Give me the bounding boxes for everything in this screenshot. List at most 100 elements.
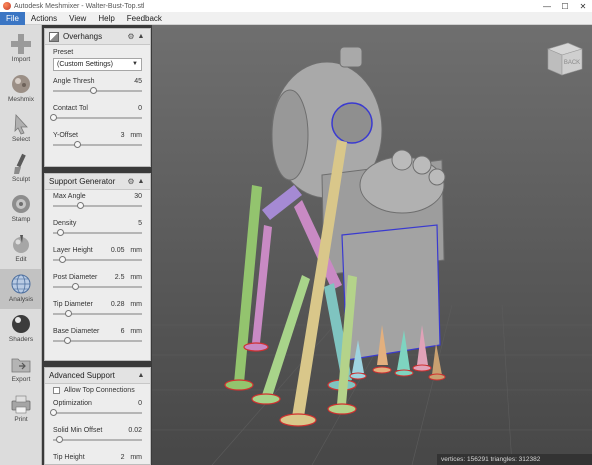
layer-height-value[interactable]: 0.05 mm bbox=[111, 247, 142, 254]
density-value[interactable]: 5 bbox=[138, 220, 142, 227]
tool-print-label: Print bbox=[14, 416, 28, 423]
optimization-label: Optimization bbox=[53, 400, 92, 407]
support-generator-title: Support Generator bbox=[49, 177, 116, 186]
chevron-down-icon: ▼ bbox=[132, 61, 138, 67]
post-diameter-value[interactable]: 2.5 mm bbox=[115, 274, 142, 281]
menu-bar: File Actions View Help Feedback bbox=[0, 11, 592, 25]
preset-select[interactable]: (Custom Settings) ▼ bbox=[53, 58, 142, 71]
contact-tol-value[interactable]: 0 bbox=[138, 105, 142, 112]
density-slider[interactable] bbox=[53, 229, 142, 236]
tool-sculpt-label: Sculpt bbox=[11, 176, 31, 183]
tip-diameter-knob[interactable] bbox=[65, 310, 73, 317]
collapse-up-icon[interactable]: ▲ bbox=[136, 33, 146, 40]
tool-select[interactable]: Select bbox=[0, 109, 42, 149]
layer-height-slider[interactable] bbox=[53, 256, 142, 263]
menu-view[interactable]: View bbox=[63, 12, 92, 25]
collapse-up-icon[interactable]: ▲ bbox=[136, 372, 146, 379]
title-bar: Autodesk Meshmixer - Walter-Bust-Top.stl… bbox=[0, 0, 592, 12]
overhangs-title: Overhangs bbox=[63, 32, 103, 41]
max-angle-knob[interactable] bbox=[76, 202, 84, 209]
contact-tol-knob[interactable] bbox=[50, 114, 57, 121]
tip-diameter-value[interactable]: 0.28 mm bbox=[111, 301, 142, 308]
menu-actions[interactable]: Actions bbox=[25, 12, 63, 25]
angle-thresh-label: Angle Thresh bbox=[53, 78, 95, 85]
3d-viewport[interactable]: BACK vertices: 156291 triangles: 312382 bbox=[152, 25, 592, 465]
menu-file[interactable]: File bbox=[0, 11, 25, 25]
tip-height-label: Tip Height bbox=[53, 454, 85, 461]
post-diameter-row: Post Diameter 2.5 mm bbox=[45, 271, 150, 298]
max-angle-row: Max Angle 30 bbox=[45, 190, 150, 217]
angle-thresh-slider[interactable] bbox=[53, 87, 142, 94]
analysis-panels: Overhangs ⚙ ▲ Preset (Custom Settings) ▼… bbox=[44, 28, 151, 465]
max-angle-slider[interactable] bbox=[53, 202, 142, 209]
allow-top-connections-row[interactable]: Allow Top Connections bbox=[45, 384, 150, 397]
support-generator-header[interactable]: Support Generator ⚙ ▲ bbox=[45, 174, 150, 190]
tip-height-value[interactable]: 2 mm bbox=[121, 454, 142, 461]
y-offset-value[interactable]: 3 mm bbox=[121, 132, 142, 139]
layer-height-label: Layer Height bbox=[53, 247, 93, 254]
optimization-value[interactable]: 0 bbox=[138, 400, 142, 407]
tool-analysis-label: Analysis bbox=[8, 296, 34, 303]
tool-export[interactable]: Export bbox=[0, 349, 42, 389]
mesh-stats-status: vertices: 156291 triangles: 312382 bbox=[437, 454, 592, 465]
collapse-up-icon[interactable]: ▲ bbox=[136, 178, 146, 185]
tool-meshmix[interactable]: Meshmix bbox=[0, 69, 42, 109]
y-offset-knob[interactable] bbox=[74, 141, 82, 148]
scene-canvas[interactable] bbox=[152, 25, 592, 465]
tip-diameter-slider[interactable] bbox=[53, 310, 142, 317]
shaders-sphere-icon bbox=[12, 315, 30, 333]
overhangs-header[interactable]: Overhangs ⚙ ▲ bbox=[45, 29, 150, 45]
printer-icon bbox=[11, 395, 31, 414]
minimize-button[interactable]: — bbox=[538, 2, 556, 11]
density-knob[interactable] bbox=[57, 229, 65, 236]
solid-min-offset-knob[interactable] bbox=[56, 436, 64, 443]
preset-label: Preset bbox=[53, 49, 74, 56]
y-offset-row: Y-Offset 3 mm bbox=[45, 129, 150, 156]
tool-edit-label: Edit bbox=[15, 256, 27, 263]
menu-feedback[interactable]: Feedback bbox=[121, 12, 168, 25]
post-diameter-label: Post Diameter bbox=[53, 274, 98, 281]
post-diameter-slider[interactable] bbox=[53, 283, 142, 290]
advanced-support-header[interactable]: Advanced Support ▲ bbox=[45, 368, 150, 384]
density-label: Density bbox=[53, 220, 77, 227]
tool-stamp[interactable]: Stamp bbox=[0, 189, 42, 229]
base-diameter-slider[interactable] bbox=[53, 337, 142, 344]
tool-export-label: Export bbox=[11, 376, 31, 383]
view-cube[interactable]: BACK bbox=[544, 39, 584, 79]
tool-shaders-label: Shaders bbox=[8, 336, 34, 343]
angle-thresh-value[interactable]: 45 bbox=[134, 78, 142, 85]
base-diameter-knob[interactable] bbox=[64, 337, 72, 344]
tool-edit[interactable]: Edit bbox=[0, 229, 42, 269]
edit-sphere-icon bbox=[13, 235, 29, 253]
optimization-knob[interactable] bbox=[50, 409, 57, 416]
allow-top-connections-label: Allow Top Connections bbox=[64, 387, 135, 394]
tool-import[interactable]: Import bbox=[0, 29, 42, 69]
contact-tol-label: Contact Tol bbox=[53, 105, 88, 112]
solid-min-offset-value[interactable]: 0.02 bbox=[128, 427, 142, 434]
max-angle-value[interactable]: 30 bbox=[134, 193, 142, 200]
angle-thresh-knob[interactable] bbox=[90, 87, 98, 94]
gear-icon[interactable]: ⚙ bbox=[126, 177, 136, 186]
layer-height-knob[interactable] bbox=[58, 256, 66, 263]
tool-shaders[interactable]: Shaders bbox=[0, 309, 42, 349]
maximize-button[interactable]: ☐ bbox=[556, 2, 574, 11]
y-offset-slider[interactable] bbox=[53, 141, 142, 148]
optimization-row: Optimization 0 bbox=[45, 397, 150, 424]
tip-diameter-label: Tip Diameter bbox=[53, 301, 93, 308]
tool-print[interactable]: Print bbox=[0, 389, 42, 429]
layer-height-row: Layer Height 0.05 mm bbox=[45, 244, 150, 271]
stamp-icon bbox=[12, 195, 30, 213]
allow-top-connections-checkbox[interactable] bbox=[53, 387, 60, 394]
contact-tol-slider[interactable] bbox=[50, 114, 142, 121]
menu-help[interactable]: Help bbox=[92, 12, 120, 25]
tool-analysis[interactable]: Analysis bbox=[0, 269, 42, 309]
solid-min-offset-slider[interactable] bbox=[53, 436, 142, 443]
tool-sculpt[interactable]: Sculpt bbox=[0, 149, 42, 189]
base-diameter-value[interactable]: 6 mm bbox=[121, 328, 142, 335]
optimization-slider[interactable] bbox=[50, 409, 142, 416]
gear-icon[interactable]: ⚙ bbox=[126, 32, 136, 41]
post-diameter-knob[interactable] bbox=[72, 283, 80, 290]
tip-height-row: Tip Height 2 mm bbox=[45, 451, 150, 465]
close-button[interactable]: ✕ bbox=[574, 2, 592, 11]
max-angle-label: Max Angle bbox=[53, 193, 86, 200]
